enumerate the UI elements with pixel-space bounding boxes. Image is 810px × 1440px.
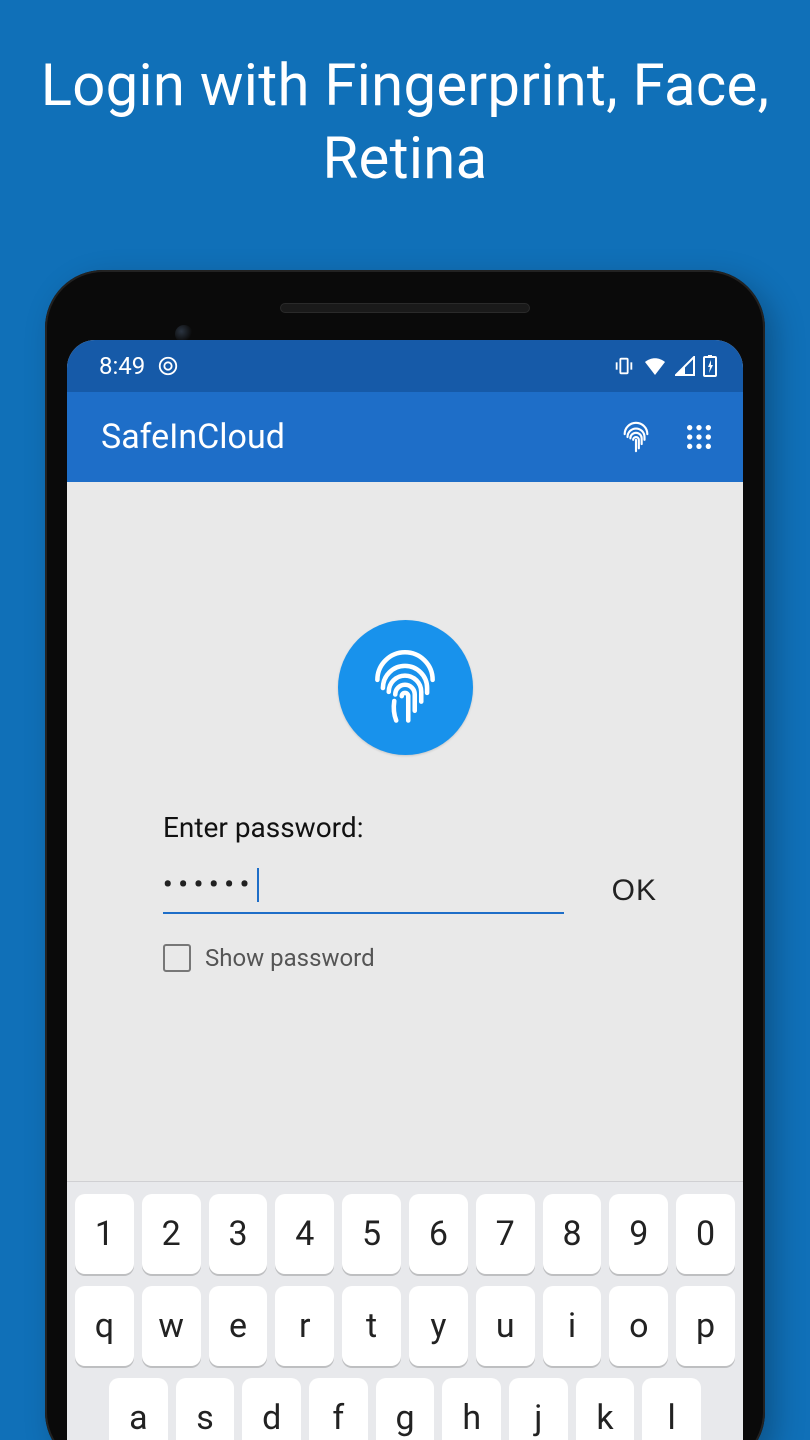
promo-headline: Login with Fingerprint, Face, Retina	[0, 0, 810, 195]
phone-screen: 8:49	[67, 340, 743, 1440]
status-time: 8:49	[99, 352, 145, 380]
text-caret	[257, 868, 259, 902]
key-d[interactable]: d	[242, 1378, 301, 1440]
key-8[interactable]: 8	[543, 1194, 602, 1274]
do-not-disturb-icon	[157, 355, 179, 377]
key-g[interactable]: g	[376, 1378, 435, 1440]
key-l[interactable]: l	[642, 1378, 701, 1440]
app-bar: SafeInCloud	[67, 392, 743, 482]
key-j[interactable]: j	[509, 1378, 568, 1440]
password-masked-value: ••••••	[163, 870, 255, 900]
key-q[interactable]: q	[75, 1286, 134, 1366]
phone-frame: 8:49	[45, 270, 765, 1440]
show-password-label: Show password	[205, 944, 375, 972]
key-o[interactable]: o	[609, 1286, 668, 1366]
cell-signal-icon	[675, 356, 695, 376]
key-i[interactable]: i	[543, 1286, 602, 1366]
key-y[interactable]: y	[409, 1286, 468, 1366]
key-7[interactable]: 7	[476, 1194, 535, 1274]
status-bar: 8:49	[67, 340, 743, 392]
key-2[interactable]: 2	[142, 1194, 201, 1274]
key-f[interactable]: f	[309, 1378, 368, 1440]
keypad-icon[interactable]	[683, 421, 715, 453]
password-label: Enter password:	[163, 811, 647, 844]
show-password-checkbox[interactable]	[163, 944, 191, 972]
vibrate-icon	[613, 356, 635, 376]
key-u[interactable]: u	[476, 1286, 535, 1366]
ok-button[interactable]: OK	[592, 868, 677, 914]
fingerprint-icon[interactable]	[619, 420, 653, 454]
key-0[interactable]: 0	[676, 1194, 735, 1274]
battery-charging-icon	[703, 355, 717, 377]
key-e[interactable]: e	[209, 1286, 268, 1366]
key-3[interactable]: 3	[209, 1194, 268, 1274]
key-s[interactable]: s	[176, 1378, 235, 1440]
key-1[interactable]: 1	[75, 1194, 134, 1274]
wifi-icon	[643, 356, 667, 376]
key-4[interactable]: 4	[275, 1194, 334, 1274]
key-5[interactable]: 5	[342, 1194, 401, 1274]
soft-keyboard: 1234567890 qwertyuiop asdfghjkl	[67, 1181, 743, 1440]
key-t[interactable]: t	[342, 1286, 401, 1366]
app-title: SafeInCloud	[101, 417, 285, 457]
phone-speaker	[280, 303, 530, 313]
key-6[interactable]: 6	[409, 1194, 468, 1274]
key-a[interactable]: a	[109, 1378, 168, 1440]
key-k[interactable]: k	[576, 1378, 635, 1440]
fingerprint-button[interactable]	[338, 620, 473, 755]
password-input[interactable]: ••••••	[163, 866, 564, 914]
key-p[interactable]: p	[676, 1286, 735, 1366]
key-h[interactable]: h	[442, 1378, 501, 1440]
key-9[interactable]: 9	[609, 1194, 668, 1274]
login-content: Enter password: •••••• OK Show password	[67, 482, 743, 1181]
key-w[interactable]: w	[142, 1286, 201, 1366]
key-r[interactable]: r	[275, 1286, 334, 1366]
